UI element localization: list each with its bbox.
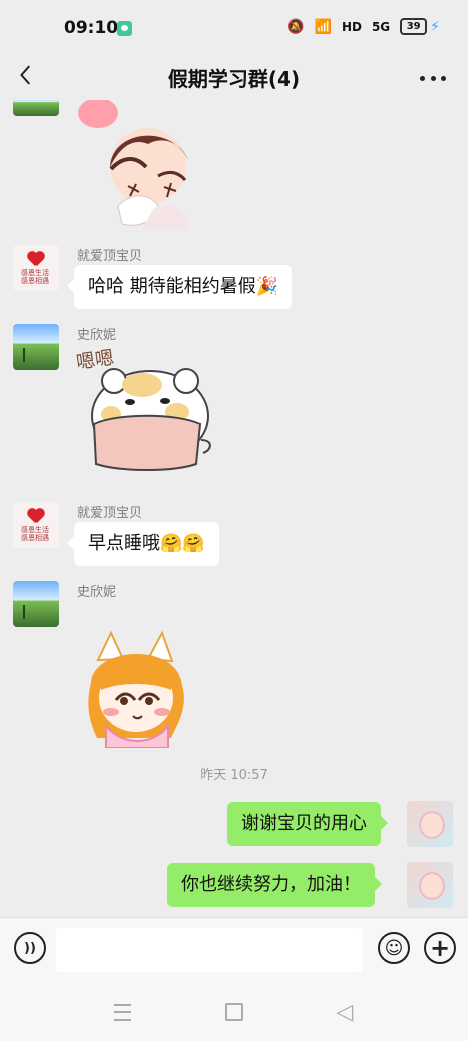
heart-icon bbox=[27, 509, 45, 525]
back-system-button[interactable]: ◁ bbox=[331, 999, 359, 1025]
sender-name: 史欣妮 bbox=[77, 585, 117, 600]
message-bubble-self[interactable]: 谢谢宝贝的用心 bbox=[227, 802, 388, 846]
self-avatar[interactable] bbox=[407, 862, 453, 908]
chat-timestamp: 昨天 10:57 bbox=[200, 768, 268, 783]
self-avatar[interactable] bbox=[407, 801, 453, 847]
battery-indicator: 39 ⚡ bbox=[400, 18, 440, 35]
app-badge-icon bbox=[117, 21, 132, 36]
back-triangle-icon: ◁ bbox=[336, 999, 354, 1025]
chat-area[interactable]: 感恩生活 感恩相遇 就爱顶宝贝 哈哈 期待能相约暑假🎉 史欣妮 嗯嗯 感恩生活 … bbox=[0, 100, 468, 917]
emoji-button[interactable]: ☺ bbox=[378, 932, 410, 964]
wifi-icon: 📶 bbox=[314, 18, 332, 35]
sender-name: 就爱顶宝贝 bbox=[77, 249, 143, 264]
network-label: HD bbox=[341, 19, 362, 34]
avatar[interactable]: 感恩生活 感恩相遇 bbox=[13, 245, 59, 291]
status-time: 09:10 bbox=[64, 18, 119, 38]
menu-icon bbox=[113, 1003, 131, 1021]
battery-level: 39 bbox=[400, 18, 428, 35]
message-input-bar: )) ☺ + bbox=[0, 917, 468, 980]
message-bubble[interactable]: 哈哈 期待能相约暑假🎉 bbox=[66, 265, 293, 309]
status-icons: 🔕 📶 HD 5G 39 ⚡ bbox=[287, 18, 440, 35]
home-icon bbox=[225, 1003, 243, 1021]
voice-icon: )) bbox=[24, 940, 36, 956]
mute-icon: 🔕 bbox=[287, 18, 305, 35]
sticker-boy[interactable] bbox=[76, 100, 216, 235]
sender-name: 就爱顶宝贝 bbox=[77, 506, 143, 521]
chat-header: 假期学习群(4) bbox=[0, 58, 468, 100]
status-bar: 09:10 🔕 📶 HD 5G 39 ⚡ bbox=[0, 0, 468, 58]
avatar[interactable]: 感恩生活 感恩相遇 bbox=[13, 502, 59, 548]
avatar-caption: 感恩生活 感恩相遇 bbox=[21, 526, 49, 542]
chat-title: 假期学习群(4) bbox=[167, 67, 301, 91]
avatar-caption: 感恩生活 感恩相遇 bbox=[21, 269, 49, 285]
plus-icon: + bbox=[429, 934, 451, 962]
voice-button[interactable]: )) bbox=[14, 932, 46, 964]
home-button[interactable] bbox=[220, 1002, 248, 1022]
sender-name: 史欣妮 bbox=[77, 328, 117, 343]
signal-label: 5G bbox=[371, 19, 391, 34]
avatar[interactable] bbox=[13, 324, 59, 370]
more-dot bbox=[441, 75, 446, 81]
system-navigation-bar: ◁ bbox=[0, 979, 468, 1041]
charging-icon: ⚡ bbox=[430, 18, 440, 35]
avatar[interactable] bbox=[13, 581, 59, 627]
plus-button[interactable]: + bbox=[424, 932, 456, 964]
sticker-girl[interactable] bbox=[76, 628, 196, 748]
message-bubble-self[interactable]: 你也继续努力，加油！ bbox=[167, 863, 382, 907]
more-dot bbox=[420, 75, 425, 81]
recent-apps-button[interactable] bbox=[108, 1002, 136, 1022]
message-input[interactable] bbox=[56, 928, 363, 972]
heart-icon bbox=[27, 252, 45, 268]
more-dot bbox=[430, 75, 436, 81]
emoji-icon: ☺ bbox=[384, 937, 404, 959]
more-button[interactable] bbox=[420, 68, 446, 88]
sticker-hamster[interactable]: 嗯嗯 bbox=[72, 342, 217, 477]
avatar[interactable] bbox=[13, 100, 59, 116]
message-bubble[interactable]: 早点睡哦🤗🤗 bbox=[67, 522, 219, 566]
